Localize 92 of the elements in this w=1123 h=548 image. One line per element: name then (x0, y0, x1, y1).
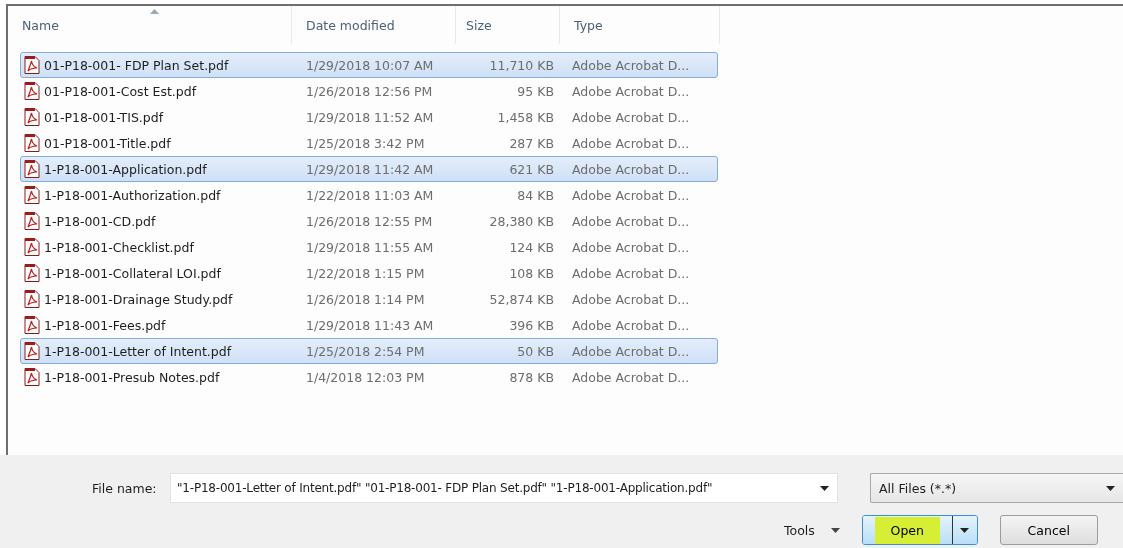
pdf-file-icon (24, 316, 40, 334)
date-modified: 1/4/2018 12:03 PM (305, 369, 426, 385)
file-name: 1-P18-001-Drainage Study.pdf (44, 291, 233, 307)
file-size: 108 KB (508, 265, 554, 281)
file-row[interactable]: 1-P18-001-CD.pdf 1/26/2018 12:55 PM 28,380 KB Adobe Acrobat D... (20, 208, 718, 234)
file-row[interactable]: 1-P18-001-Authorization.pdf 1/22/2018 11:03 AM 84 KB Adobe Acrobat D... (20, 182, 718, 208)
pdf-file-icon (24, 368, 40, 386)
file-type: Adobe Acrobat D... (571, 135, 691, 151)
file-name: 01-P18-001-Title.pdf (44, 135, 171, 151)
dropdown-arrow-icon[interactable] (820, 485, 829, 491)
file-type: Adobe Acrobat D... (571, 83, 691, 99)
file-name-field[interactable]: "1-P18-001-Letter of Intent.pdf" "01-P18-001- FDP Plan Set.pdf" "1-P18-001-Application.pdf" (170, 473, 838, 503)
pdf-file-icon (24, 342, 40, 360)
file-type: Adobe Acrobat D... (571, 109, 691, 125)
pdf-file-icon (24, 238, 40, 256)
file-name: 1-P18-001-Presub Notes.pdf (44, 369, 220, 385)
file-size: 84 KB (516, 187, 554, 203)
file-row[interactable]: 01-P18-001- FDP Plan Set.pdf 1/29/2018 10:07 AM 11,710 KB Adobe Acrobat D... (20, 52, 718, 78)
date-modified: 1/29/2018 11:52 AM (305, 109, 435, 125)
pdf-file-icon (24, 108, 40, 126)
file-row[interactable]: 01-P18-001-Cost Est.pdf 1/26/2018 12:56 PM 95 KB Adobe Acrobat D... (20, 78, 718, 104)
date-modified: 1/26/2018 1:14 PM (305, 291, 426, 307)
file-row[interactable]: 01-P18-001-TIS.pdf 1/29/2018 11:52 AM 1,458 KB Adobe Acrobat D... (20, 104, 718, 130)
file-row[interactable]: 1-P18-001-Checklist.pdf 1/29/2018 11:55 AM 124 KB Adobe Acrobat D... (20, 234, 718, 260)
file-name: 1-P18-001-Fees.pdf (44, 317, 166, 333)
file-row[interactable]: 1-P18-001-Presub Notes.pdf 1/4/2018 12:03 PM 878 KB Adobe Acrobat D... (20, 364, 718, 390)
file-name: 01-P18-001-TIS.pdf (44, 109, 164, 125)
file-type: Adobe Acrobat D... (571, 265, 691, 281)
file-type: Adobe Acrobat D... (571, 291, 691, 307)
file-size: 52,874 KB (488, 291, 554, 307)
column-header[interactable]: Date modified (292, 6, 456, 44)
file-row[interactable]: 1-P18-001-Letter of Intent.pdf 1/25/2018 2:54 PM 50 KB Adobe Acrobat D... (20, 338, 718, 364)
sort-arrow-icon (149, 9, 159, 14)
file-name: 01-P18-001- FDP Plan Set.pdf (44, 57, 229, 73)
file-size: 28,380 KB (488, 213, 554, 229)
file-type: Adobe Acrobat D... (571, 369, 691, 385)
column-header[interactable]: Name (8, 6, 292, 44)
pdf-file-icon (24, 82, 40, 100)
file-row[interactable]: 1-P18-001-Collateral LOI.pdf 1/22/2018 1:15 PM 108 KB Adobe Acrobat D... (20, 260, 718, 286)
file-size: 878 KB (508, 369, 554, 385)
file-type: Adobe Acrobat D... (571, 317, 691, 333)
file-name: 1-P18-001-Checklist.pdf (44, 239, 194, 255)
file-type: Adobe Acrobat D... (571, 57, 691, 73)
pdf-file-icon (24, 134, 40, 152)
cancel-button[interactable]: Cancel (999, 515, 1098, 545)
date-modified: 1/22/2018 1:15 PM (305, 265, 426, 281)
date-modified: 1/29/2018 11:43 AM (305, 317, 435, 333)
date-modified: 1/25/2018 3:42 PM (305, 135, 426, 151)
file-name-label: File name: (92, 480, 158, 496)
file-name: 1-P18-001-Collateral LOI.pdf (44, 265, 221, 281)
pdf-file-icon (24, 186, 40, 204)
file-type: Adobe Acrobat D... (571, 213, 691, 229)
file-type-dropdown[interactable]: All Files (*.*) (870, 473, 1123, 503)
file-size: 11,710 KB (488, 57, 554, 73)
date-modified: 1/26/2018 12:55 PM (305, 213, 434, 229)
dropdown-arrow-icon (830, 527, 840, 533)
open-button[interactable]: Open (862, 516, 953, 544)
pdf-file-icon (24, 160, 40, 178)
date-modified: 1/29/2018 11:42 AM (305, 161, 435, 177)
file-size: 124 KB (508, 239, 554, 255)
pdf-file-icon (24, 290, 40, 308)
dropdown-arrow-icon[interactable] (1106, 485, 1115, 491)
file-type: Adobe Acrobat D... (571, 161, 691, 177)
file-size: 396 KB (508, 317, 554, 333)
date-modified: 1/29/2018 11:55 AM (305, 239, 435, 255)
file-size: 287 KB (508, 135, 554, 151)
file-type: Adobe Acrobat D... (571, 239, 691, 255)
file-row[interactable]: 01-P18-001-Title.pdf 1/25/2018 3:42 PM 287 KB Adobe Acrobat D... (20, 130, 718, 156)
file-size: 1,458 KB (496, 109, 554, 125)
file-name: 1-P18-001-Letter of Intent.pdf (44, 343, 232, 359)
file-name: 01-P18-001-Cost Est.pdf (44, 83, 197, 99)
file-row[interactable]: 1-P18-001-Drainage Study.pdf 1/26/2018 1:14 PM 52,874 KB Adobe Acrobat D... (20, 286, 718, 312)
date-modified: 1/29/2018 10:07 AM (305, 57, 435, 73)
file-size: 50 KB (516, 343, 554, 359)
column-header[interactable]: Size (456, 6, 560, 44)
pdf-file-icon (24, 56, 40, 74)
file-name: 1-P18-001-Authorization.pdf (44, 187, 221, 203)
tools-menu-button[interactable]: Tools (780, 522, 844, 538)
file-row[interactable]: 1-P18-001-Application.pdf 1/29/2018 11:42 AM 621 KB Adobe Acrobat D... (20, 156, 718, 182)
file-row[interactable]: 1-P18-001-Fees.pdf 1/29/2018 11:43 AM 396 KB Adobe Acrobat D... (20, 312, 718, 338)
date-modified: 1/22/2018 11:03 AM (305, 187, 435, 203)
file-name: 1-P18-001-CD.pdf (44, 213, 156, 229)
date-modified: 1/25/2018 2:54 PM (305, 343, 426, 359)
column-header[interactable]: Type (560, 6, 720, 44)
file-size: 95 KB (516, 83, 554, 99)
pdf-file-icon (24, 264, 40, 282)
file-type: Adobe Acrobat D... (571, 343, 691, 359)
pdf-file-icon (24, 212, 40, 230)
file-type: Adobe Acrobat D... (571, 187, 691, 203)
date-modified: 1/26/2018 12:56 PM (305, 83, 434, 99)
file-size: 621 KB (508, 161, 554, 177)
file-name: 1-P18-001-Application.pdf (44, 161, 207, 177)
